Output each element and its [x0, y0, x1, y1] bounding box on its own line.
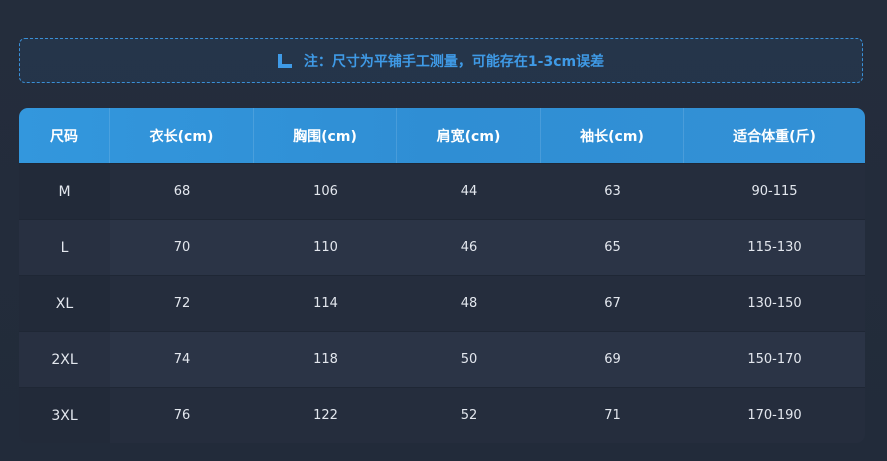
cell-size: 3XL: [19, 388, 110, 443]
cell-shoulder: 46: [460, 240, 478, 255]
cell-weight: 115-130: [747, 240, 802, 255]
ruler-icon: [277, 53, 292, 68]
cell-chest: 118: [313, 352, 338, 367]
cell-sleeve: 63: [604, 184, 621, 199]
table-header: 尺码 衣长(cm) 胸围(cm) 肩宽(cm) 袖长(cm) 适合体重(斤): [19, 108, 865, 163]
cell-length: 76: [173, 408, 191, 423]
table-row: 3XL 76 122 52 71 170-190: [19, 387, 865, 443]
cell-shoulder: 50: [460, 352, 478, 367]
cell-sleeve: 71: [604, 408, 621, 423]
table-row: L 70 110 46 65 115-130: [19, 219, 865, 275]
cell-weight: 170-190: [747, 408, 802, 423]
cell-weight: 90-115: [751, 184, 798, 199]
header-length: 衣长(cm): [110, 108, 254, 163]
cell-shoulder: 48: [460, 296, 478, 311]
cell-length: 68: [173, 184, 191, 199]
cell-sleeve: 67: [604, 296, 621, 311]
size-table: 尺码 衣长(cm) 胸围(cm) 肩宽(cm) 袖长(cm) 适合体重(斤) M…: [19, 108, 865, 443]
cell-sleeve: 65: [604, 240, 621, 255]
table-row: 2XL 74 118 50 69 150-170: [19, 331, 865, 387]
header-shoulder: 肩宽(cm): [397, 108, 541, 163]
header-chest: 胸围(cm): [254, 108, 397, 163]
header-size: 尺码: [19, 108, 110, 163]
cell-chest: 114: [313, 296, 338, 311]
header-weight: 适合体重(斤): [733, 128, 816, 145]
cell-weight: 150-170: [747, 352, 802, 367]
cell-size: XL: [19, 276, 110, 331]
table-row: M 68 106 44 63 90-115: [19, 163, 865, 219]
cell-shoulder: 52: [460, 408, 478, 423]
cell-chest: 110: [313, 240, 338, 255]
cell-size: 2XL: [19, 332, 110, 387]
cell-size: L: [19, 220, 110, 275]
cell-shoulder: 44: [460, 184, 478, 199]
note-text: 注：尺寸为平铺手工测量，可能存在1-3cm误差: [303, 53, 605, 70]
table-row: XL 72 114 48 67 130-150: [19, 275, 865, 331]
cell-weight: 130-150: [747, 296, 802, 311]
cell-chest: 122: [313, 408, 338, 423]
cell-length: 74: [173, 352, 191, 367]
cell-chest: 106: [313, 184, 338, 199]
measurement-note: 注：尺寸为平铺手工测量，可能存在1-3cm误差: [19, 38, 863, 83]
cell-sleeve: 69: [604, 352, 621, 367]
cell-size: M: [19, 164, 110, 219]
cell-length: 72: [173, 296, 191, 311]
header-sleeve: 袖长(cm): [541, 108, 684, 163]
cell-length: 70: [173, 240, 191, 255]
